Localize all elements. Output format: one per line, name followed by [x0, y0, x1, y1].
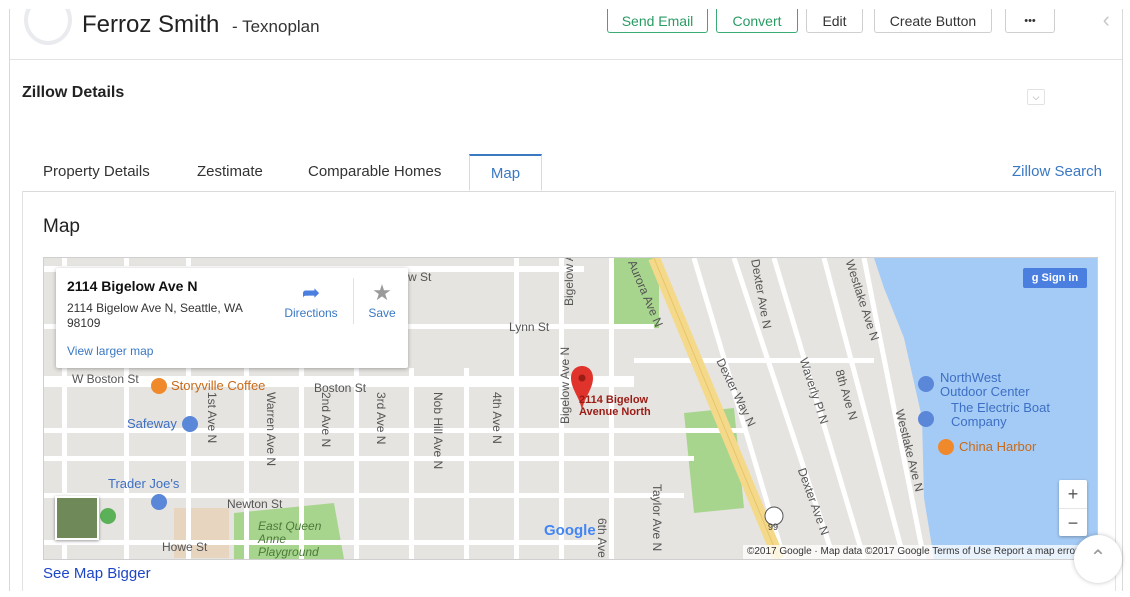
see-map-bigger-link[interactable]: See Map Bigger: [43, 565, 151, 582]
record-detail-page: Ferroz Smith - Texnoplan Send Email Conv…: [9, 9, 1123, 591]
directions-icon: ➦: [301, 280, 321, 305]
satellite-toggle[interactable]: [55, 496, 99, 540]
map-heading: Map: [43, 216, 80, 237]
place-label[interactable]: Trader Joe's: [108, 476, 179, 491]
info-address: 2114 Bigelow Ave N, Seattle, WA 98109: [67, 301, 243, 330]
park-label: East Queen Anne Playground: [258, 519, 322, 559]
tab-zestimate[interactable]: Zestimate: [197, 154, 263, 191]
google-map[interactable]: McGraw St Lynn St W Boston St Boston St …: [43, 257, 1098, 560]
street-label: Bigelow Ave N: [562, 257, 576, 306]
avatar[interactable]: [24, 9, 72, 45]
tab-comparable-homes[interactable]: Comparable Homes: [308, 154, 441, 191]
street-label: Nob Hill Ave N: [431, 392, 445, 470]
street-label: 6th Ave N: [595, 518, 609, 560]
more-actions-button[interactable]: •••: [1005, 9, 1055, 33]
directions-button[interactable]: ➦ Directions: [281, 280, 341, 320]
street-label: Howe St: [162, 540, 208, 554]
place-label[interactable]: NorthWest Outdoor Center: [940, 371, 1050, 399]
edit-button[interactable]: Edit: [806, 9, 863, 33]
save-button[interactable]: ★ Save: [352, 280, 412, 320]
sign-in-label: Sign in: [1041, 272, 1079, 284]
street-label: 2nd Ave N: [319, 392, 333, 448]
marker-label: 2114 Bigelow Avenue North: [579, 394, 651, 418]
zoom-out-button[interactable]: −: [1059, 509, 1087, 537]
highway-shield: 99: [768, 522, 779, 532]
scroll-to-top-button[interactable]: ⌃: [1074, 535, 1122, 583]
street-label: Lynn St: [509, 320, 550, 334]
street-label: Warren Ave N: [264, 392, 278, 467]
create-button[interactable]: Create Button: [874, 9, 992, 33]
street-label: Newton St: [227, 497, 283, 511]
street-label: 1st Ave N: [205, 392, 219, 444]
zoom-control: + −: [1059, 480, 1087, 536]
tab-map[interactable]: Map: [469, 154, 542, 191]
street-label: Bigelow Ave N: [558, 346, 572, 424]
zillow-search-link[interactable]: Zillow Search: [1012, 163, 1102, 180]
info-title: 2114 Bigelow Ave N: [67, 278, 198, 294]
place-label[interactable]: Safeway: [127, 416, 177, 431]
section-title: Zillow Details: [22, 84, 125, 101]
google-sign-in-button[interactable]: g Sign in: [1023, 268, 1087, 288]
record-header: Ferroz Smith - Texnoplan Send Email Conv…: [10, 9, 1122, 60]
place-label[interactable]: The Electric Boat Company: [951, 401, 1051, 429]
company-name: - Texnoplan: [232, 17, 320, 36]
zoom-in-button[interactable]: +: [1059, 480, 1087, 509]
google-g-icon: g: [1031, 272, 1042, 284]
star-icon: ★: [372, 280, 392, 305]
map-attribution[interactable]: ©2017 Google · Map data ©2017 Google Ter…: [743, 545, 1097, 559]
chevron-left-icon[interactable]: ‹: [1103, 9, 1110, 33]
street-label: 3rd Ave N: [374, 392, 388, 445]
tab-property-details[interactable]: Property Details: [43, 154, 150, 191]
save-label: Save: [368, 306, 396, 320]
street-label: W Boston St: [72, 372, 139, 386]
chevron-down-icon[interactable]: ⌵: [1027, 89, 1045, 105]
street-label: Taylor Ave N: [650, 484, 664, 552]
send-email-button[interactable]: Send Email: [607, 9, 708, 33]
view-larger-map-link[interactable]: View larger map: [67, 344, 153, 358]
place-label[interactable]: China Harbor: [959, 439, 1036, 454]
convert-button[interactable]: Convert: [716, 9, 798, 33]
street-label: 4th Ave N: [490, 392, 504, 444]
tab-bar: Property Details Zestimate Comparable Ho…: [22, 154, 1114, 192]
map-info-window: 2114 Bigelow Ave N 2114 Bigelow Ave N, S…: [56, 268, 408, 368]
contact-name: Ferroz Smith: [82, 11, 220, 38]
place-label[interactable]: Storyville Coffee: [171, 378, 265, 393]
chevron-up-icon: ⌃: [1089, 547, 1107, 569]
directions-label: Directions: [284, 306, 338, 320]
google-logo: Google: [544, 522, 596, 539]
